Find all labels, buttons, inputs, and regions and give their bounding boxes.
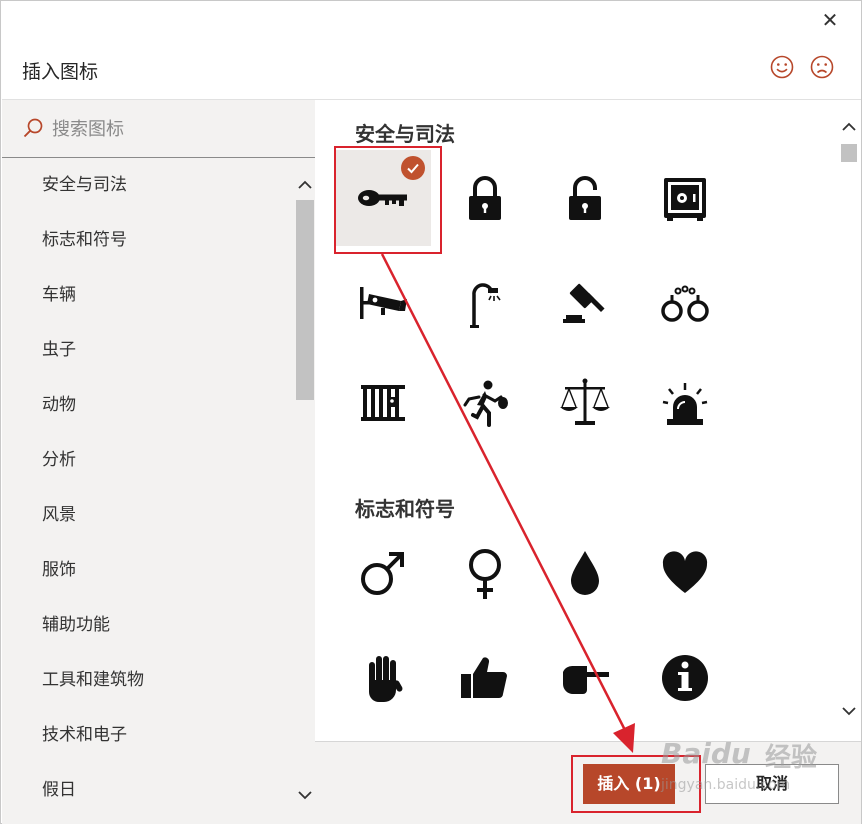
drop-icon <box>571 551 599 595</box>
category-item-accessibility[interactable]: 辅助功能 <box>42 610 110 640</box>
siren-icon <box>662 383 708 425</box>
category-item-apparel[interactable]: 服饰 <box>42 555 76 585</box>
category-list: 安全与司法 标志和符号 车辆 虫子 动物 分析 风景 服饰 辅助功能 工具和建筑… <box>2 158 295 824</box>
category-item-vehicles[interactable]: 车辆 <box>42 280 76 310</box>
cancel-button[interactable]: 取消 <box>705 764 839 804</box>
close-button[interactable]: ✕ <box>819 9 841 31</box>
icon-jail[interactable] <box>335 355 431 451</box>
icon-info[interactable] <box>637 630 733 726</box>
icon-female-symbol[interactable] <box>437 525 533 621</box>
heart-icon <box>662 551 708 593</box>
check-icon <box>407 163 419 174</box>
insert-button[interactable]: 插入 (1) <box>583 764 675 804</box>
lock-icon <box>469 176 501 220</box>
icon-key[interactable] <box>335 150 431 246</box>
scroll-down-icon[interactable] <box>840 702 858 720</box>
section-title-signs: 标志和符号 <box>355 497 455 521</box>
gallery-scroll-thumb[interactable] <box>841 144 857 162</box>
search-box <box>2 100 315 158</box>
gavel-icon <box>563 283 605 323</box>
category-item-security-justice[interactable]: 安全与司法 <box>42 170 127 200</box>
close-icon: ✕ <box>821 8 839 32</box>
icon-gallery: 安全与司法 标志和符号 <box>315 99 861 741</box>
handcuffs-icon <box>661 285 709 322</box>
section-title-security: 安全与司法 <box>355 122 455 146</box>
category-item-tools-buildings[interactable]: 工具和建筑物 <box>42 665 144 695</box>
category-item-bugs[interactable]: 虫子 <box>42 335 76 365</box>
icon-gavel[interactable] <box>537 255 633 351</box>
icon-handcuffs[interactable] <box>637 255 733 351</box>
icon-security-camera[interactable] <box>335 255 431 351</box>
point-right-icon <box>563 665 609 694</box>
icon-scales-of-justice[interactable] <box>537 355 633 451</box>
male-symbol-icon <box>361 552 404 595</box>
icon-siren[interactable] <box>637 355 733 451</box>
scroll-up-icon[interactable] <box>840 118 858 136</box>
scales-of-justice-icon <box>560 378 610 425</box>
icon-drop[interactable] <box>537 525 633 621</box>
category-scrollbar[interactable] <box>296 172 314 812</box>
category-item-technology[interactable]: 技术和电子 <box>42 720 127 750</box>
icon-male-symbol[interactable] <box>335 525 431 621</box>
unlock-icon <box>569 176 601 220</box>
icon-thumbs-up[interactable] <box>437 630 533 726</box>
key-icon <box>358 190 407 206</box>
category-panel: 安全与司法 标志和符号 车辆 虫子 动物 分析 风景 服饰 辅助功能 工具和建筑… <box>2 99 315 824</box>
icon-heart[interactable] <box>637 525 733 621</box>
safe-icon <box>664 178 706 221</box>
gallery-scrollbar[interactable] <box>839 114 859 724</box>
jail-icon <box>361 385 405 421</box>
insert-icons-dialog: ✕ 插入图标 安全与司法 标志和符号 车辆 虫子 动物 分析 风景 <box>0 0 862 824</box>
street-light-icon <box>470 283 501 328</box>
category-item-analytics[interactable]: 分析 <box>42 445 76 475</box>
hand-stop-icon <box>369 656 403 702</box>
female-symbol-icon <box>469 549 501 599</box>
icon-street-light[interactable] <box>437 255 533 351</box>
icon-point-right[interactable] <box>537 630 633 726</box>
frown-icon[interactable] <box>809 54 835 80</box>
security-camera-icon <box>360 287 407 319</box>
scroll-up-icon[interactable] <box>296 176 314 194</box>
icon-safe[interactable] <box>637 150 733 246</box>
thief-icon <box>463 380 508 427</box>
category-item-animals[interactable]: 动物 <box>42 390 76 420</box>
icon-unlock[interactable] <box>537 150 633 246</box>
dialog-title: 插入图标 <box>22 61 99 83</box>
icon-lock[interactable] <box>437 150 533 246</box>
icon-hand-stop[interactable] <box>335 630 431 726</box>
icon-thief[interactable] <box>437 355 533 451</box>
thumbs-up-icon <box>461 657 507 698</box>
dialog-footer: 插入 (1) 取消 <box>315 741 861 824</box>
category-item-signs-symbols[interactable]: 标志和符号 <box>42 225 127 255</box>
category-item-holidays[interactable]: 假日 <box>42 775 76 805</box>
category-scroll-thumb[interactable] <box>296 200 314 400</box>
category-item-landscape[interactable]: 风景 <box>42 500 76 530</box>
selected-check-badge <box>401 156 425 180</box>
info-icon <box>662 655 708 701</box>
scroll-down-icon[interactable] <box>296 786 314 804</box>
search-input[interactable] <box>52 114 292 144</box>
smile-icon[interactable] <box>769 54 795 80</box>
search-icon <box>23 118 43 138</box>
